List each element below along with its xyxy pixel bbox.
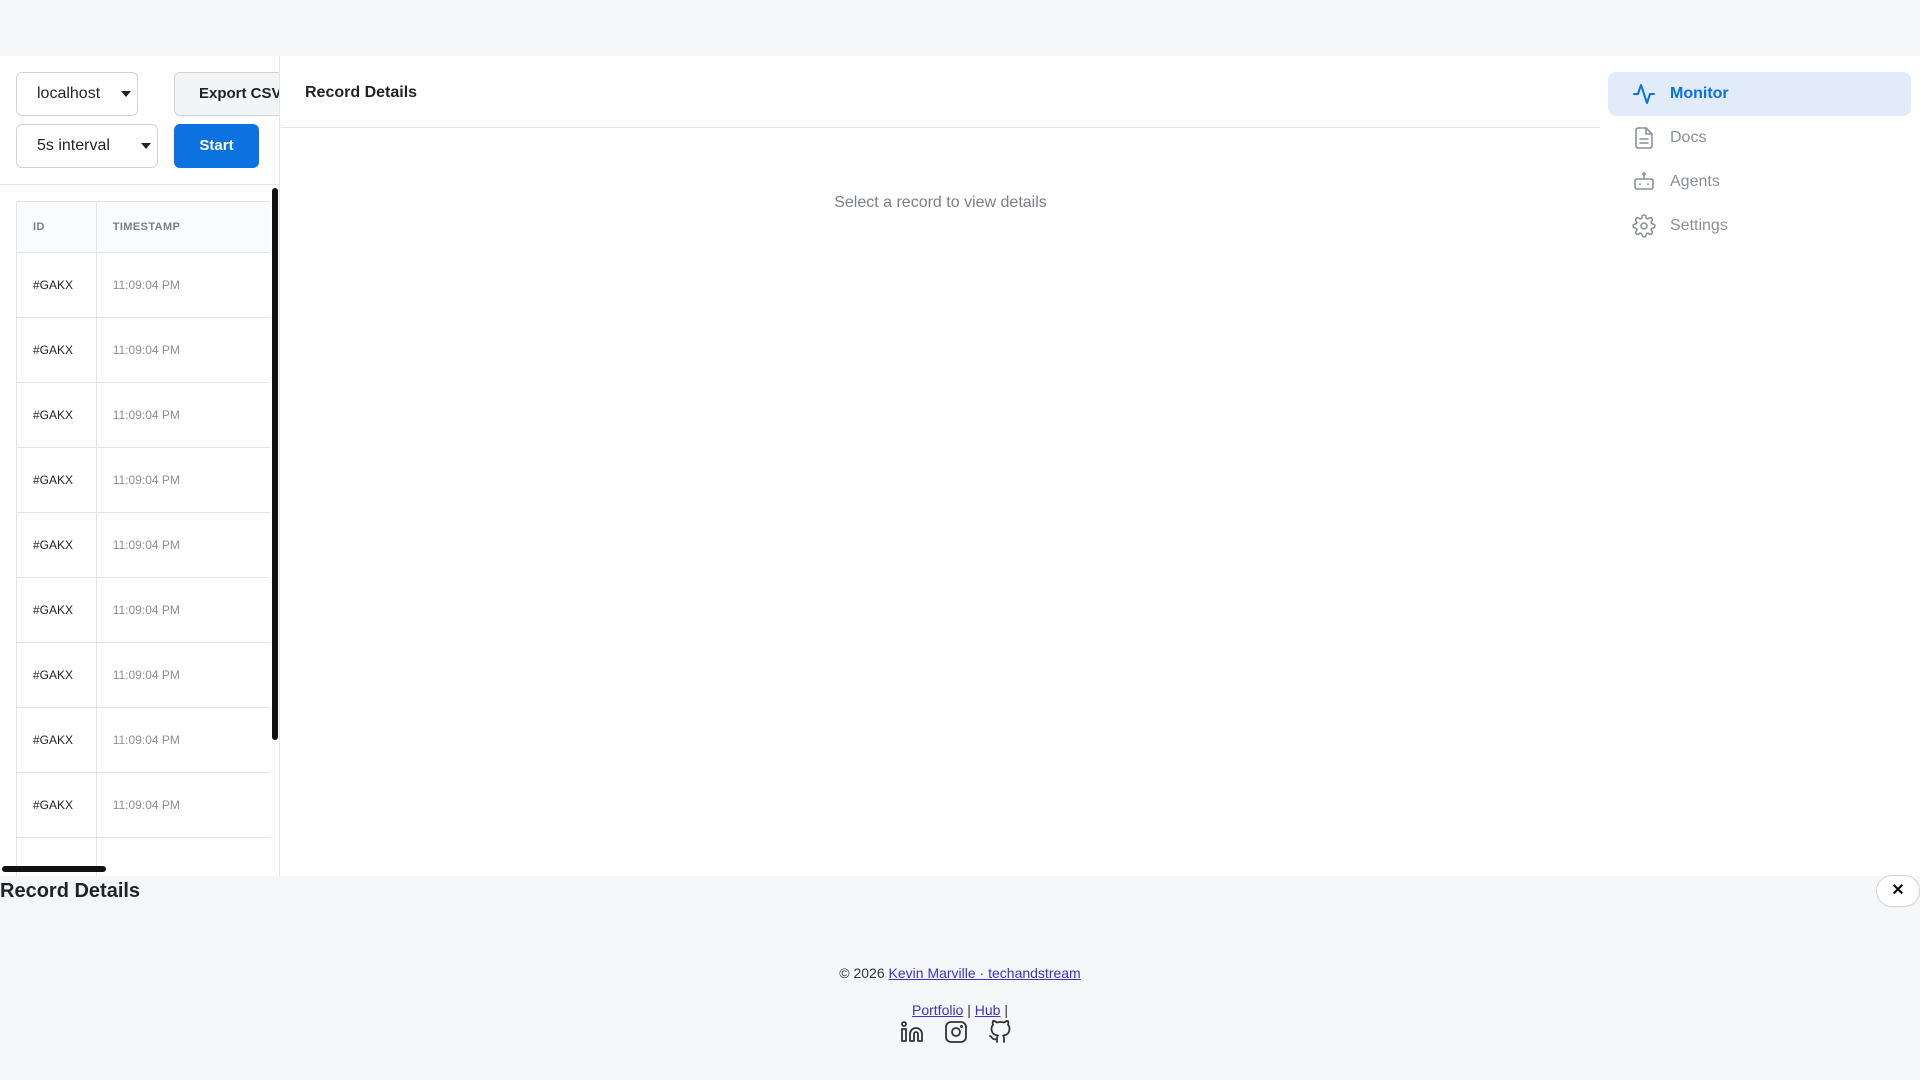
row-timestamp: 11:09:04 PM <box>112 733 180 747</box>
column-header-timestamp[interactable]: TIMESTAMP <box>97 202 270 252</box>
copyright-text: © 2026 <box>839 965 885 981</box>
row-timestamp: 11:09:04 PM <box>112 668 180 682</box>
row-timestamp: 11:09:04 PM <box>112 278 180 292</box>
footer-links: Portfolio | Hub | <box>0 1002 1920 1018</box>
row-id: #GAKX <box>17 318 97 382</box>
link-separator: | <box>1004 1002 1008 1018</box>
start-button[interactable]: Start <box>174 124 259 168</box>
hub-link[interactable]: Hub <box>975 1002 1001 1018</box>
table-row[interactable]: #GAKX 11:09:04 PM <box>17 383 270 448</box>
row-timestamp: 11:09:04 PM <box>112 473 180 487</box>
row-timestamp: 11:09:04 PM <box>112 798 180 812</box>
portfolio-link[interactable]: Portfolio <box>912 1002 963 1018</box>
row-id: #GAKX <box>17 773 97 837</box>
footer-copyright: © 2026 Kevin Marville · techandstream <box>0 965 1920 981</box>
row-id: #GAKX <box>17 578 97 642</box>
interval-select-value: 5s interval <box>37 137 110 154</box>
table-vertical-scrollbar[interactable] <box>272 188 278 740</box>
host-select[interactable]: localhost <box>16 72 138 116</box>
row-id: #GAKX <box>17 643 97 707</box>
row-id: #GAKX <box>17 708 97 772</box>
linkedin-icon[interactable] <box>900 1020 924 1044</box>
export-csv-button[interactable]: Export CSV <box>174 72 279 116</box>
chevron-down-icon <box>121 91 131 97</box>
author-link[interactable]: Kevin Marville · techandstream <box>889 965 1081 981</box>
detail-header: Record Details <box>281 56 1600 128</box>
detail-title: Record Details <box>305 84 418 101</box>
row-id: #GAKX <box>17 383 97 447</box>
row-timestamp: 11:09:04 PM <box>112 343 180 357</box>
row-id: #GAKX <box>17 253 97 317</box>
table-header: ID TIMESTAMP <box>17 201 270 253</box>
activity-icon <box>1633 84 1655 104</box>
nav-item-label: Monitor <box>1670 85 1729 102</box>
nav-item-label: Agents <box>1670 173 1720 190</box>
interval-select[interactable]: 5s interval <box>16 124 158 168</box>
table-row[interactable]: #GAKX 11:09:04 PM <box>17 318 270 383</box>
gear-icon <box>1632 214 1656 238</box>
records-panel: localhost Export CSV 5s interval Start I… <box>0 56 280 876</box>
nav-item-label: Docs <box>1670 129 1707 146</box>
table-row[interactable]: #GAKX 11:09:04 PM <box>17 708 270 773</box>
detail-placeholder: Select a record to view details <box>834 194 1047 211</box>
nav-item-monitor[interactable]: Monitor <box>1608 72 1911 116</box>
link-separator: | <box>967 1002 971 1018</box>
github-icon[interactable] <box>988 1020 1012 1044</box>
table-row[interactable]: #GAKX 11:09:04 PM <box>17 578 270 643</box>
table-row[interactable]: #GAKX 11:09:04 PM <box>17 253 270 318</box>
side-navigation: Monitor Docs Agents Settings <box>1600 56 1920 876</box>
instagram-icon[interactable] <box>944 1020 968 1044</box>
document-icon <box>1635 127 1653 149</box>
row-id: #GAKX <box>17 448 97 512</box>
nav-item-docs[interactable]: Docs <box>1608 116 1911 160</box>
chevron-down-icon <box>141 143 151 149</box>
robot-icon <box>1634 172 1654 190</box>
table-row[interactable]: #GAKX 11:09:04 PM <box>17 513 270 578</box>
nav-item-agents[interactable]: Agents <box>1608 160 1911 204</box>
social-links <box>900 1020 1020 1044</box>
table-row[interactable]: #GAKX 11:09:04 PM <box>17 643 270 708</box>
row-timestamp: 11:09:04 PM <box>112 408 180 422</box>
drawer-title: Record Details <box>0 880 141 902</box>
nav-item-settings[interactable]: Settings <box>1608 204 1911 248</box>
table-horizontal-scrollbar[interactable] <box>2 866 106 872</box>
toolbar-divider <box>0 184 279 185</box>
row-timestamp: 11:09:04 PM <box>112 538 180 552</box>
column-header-id[interactable]: ID <box>17 202 97 252</box>
table-row[interactable]: #GAKX 11:09:04 PM <box>17 773 270 838</box>
close-button[interactable]: ✕ <box>1876 875 1920 907</box>
row-timestamp: 11:09:04 PM <box>112 603 180 617</box>
records-table: ID TIMESTAMP #GAKX 11:09:04 PM #GAKX 11:09… <box>16 201 270 876</box>
nav-item-label: Settings <box>1670 217 1728 234</box>
row-id: #GAKX <box>17 513 97 577</box>
host-select-value: localhost <box>37 85 101 102</box>
table-row[interactable]: #GAKX 11:09:04 PM <box>17 448 270 513</box>
